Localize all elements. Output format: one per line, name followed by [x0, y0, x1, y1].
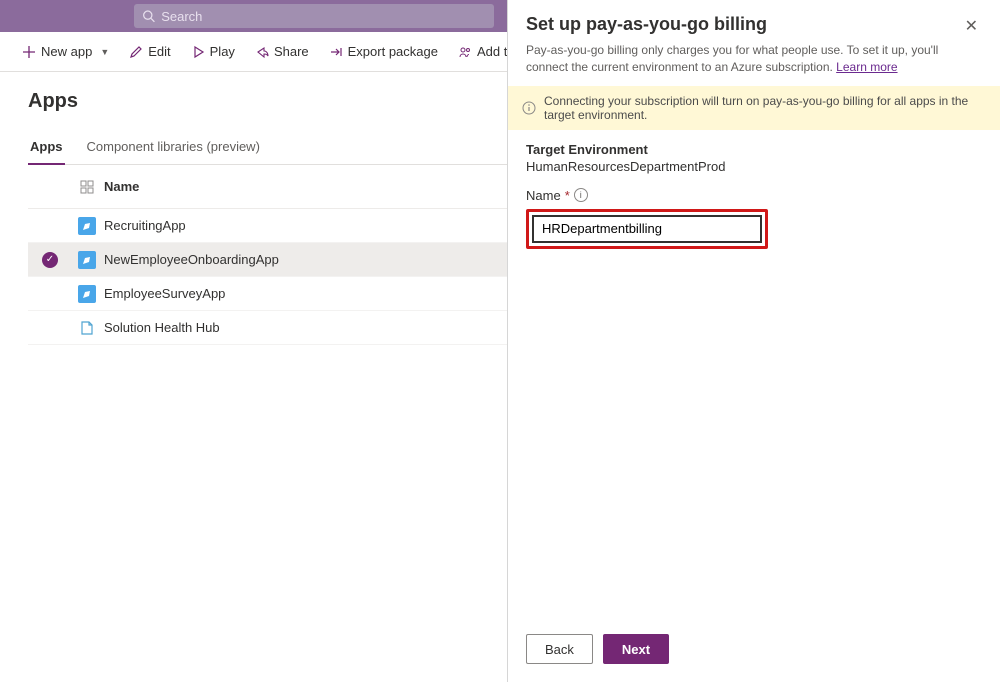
export-button[interactable]: Export package	[319, 32, 448, 72]
panel-title: Set up pay-as-you-go billing	[526, 14, 767, 35]
global-search[interactable]	[134, 4, 494, 28]
pencil-icon	[129, 45, 143, 59]
canvas-app-icon	[78, 251, 96, 269]
cmd-label: Export package	[348, 44, 438, 59]
billing-panel: Set up pay-as-you-go billing ✕ Pay-as-yo…	[507, 0, 1000, 682]
play-icon	[191, 45, 205, 59]
search-icon	[142, 9, 155, 23]
app-launcher[interactable]	[0, 0, 44, 32]
billing-name-input[interactable]	[532, 215, 762, 243]
cmd-label: Edit	[148, 44, 170, 59]
next-button[interactable]: Next	[603, 634, 669, 664]
required-indicator: *	[565, 188, 570, 203]
new-app-button[interactable]: New app ▼	[12, 32, 119, 72]
highlight-frame	[526, 209, 768, 249]
share-button[interactable]: Share	[245, 32, 319, 72]
play-button[interactable]: Play	[181, 32, 245, 72]
target-env-label: Target Environment	[526, 142, 982, 157]
name-label-text: Name	[526, 188, 561, 203]
edit-button[interactable]: Edit	[119, 32, 180, 72]
close-icon[interactable]: ✕	[961, 14, 982, 38]
back-button[interactable]: Back	[526, 634, 593, 664]
learn-more-link[interactable]: Learn more	[836, 60, 897, 74]
panel-footer: Back Next	[508, 624, 1000, 682]
info-icon[interactable]: i	[574, 188, 588, 202]
canvas-app-icon	[78, 217, 96, 235]
chevron-down-icon: ▼	[100, 47, 109, 57]
canvas-app-icon	[78, 285, 96, 303]
teams-icon	[458, 45, 472, 59]
export-icon	[329, 45, 343, 59]
search-input[interactable]	[161, 9, 486, 24]
cmd-label: Play	[210, 44, 235, 59]
solution-hub-icon	[78, 319, 96, 337]
tab-component-libraries[interactable]: Component libraries (preview)	[85, 131, 262, 164]
plus-icon	[22, 45, 36, 59]
name-field-label: Name * i	[526, 188, 982, 203]
info-icon	[522, 101, 536, 115]
target-env-value: HumanResourcesDepartmentProd	[526, 159, 982, 174]
cmd-label: New app	[41, 44, 92, 59]
tab-apps[interactable]: Apps	[28, 131, 65, 164]
banner-text: Connecting your subscription will turn o…	[544, 94, 986, 122]
cmd-label: Share	[274, 44, 309, 59]
row-selected-indicator[interactable]	[42, 252, 58, 268]
share-icon	[255, 45, 269, 59]
info-banner: Connecting your subscription will turn o…	[508, 86, 1000, 130]
layout-icon[interactable]	[72, 180, 102, 194]
panel-description: Pay-as-you-go billing only charges you f…	[526, 42, 982, 76]
